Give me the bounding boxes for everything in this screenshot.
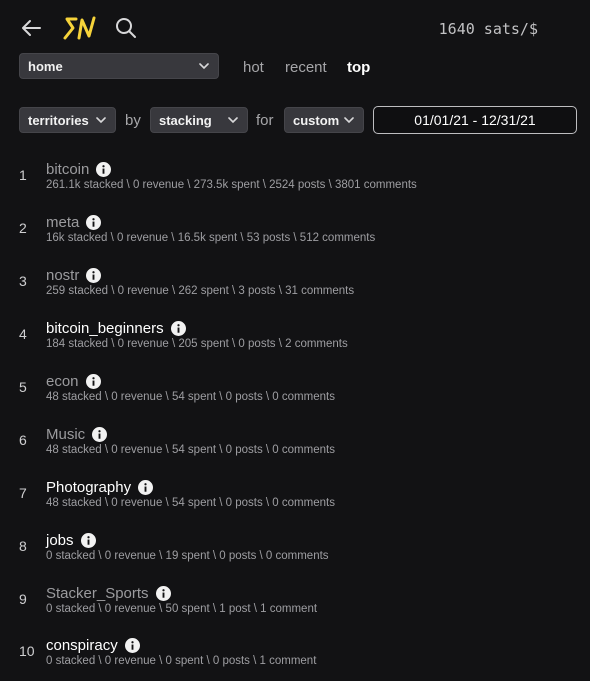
territory-stats: 0 stacked \ 0 revenue \ 19 spent \ 0 pos… [46, 550, 329, 562]
info-icon[interactable] [170, 320, 186, 336]
territory-stats: 48 stacked \ 0 revenue \ 54 spent \ 0 po… [46, 391, 335, 403]
chevron-down-icon [199, 63, 209, 70]
chevron-down-icon [228, 117, 238, 124]
sats-price: 1640 sats/$ [438, 20, 538, 38]
rank-number: 8 [19, 538, 27, 554]
territory-name[interactable]: bitcoin_beginners [46, 320, 164, 337]
chevron-down-icon [344, 117, 354, 124]
top-navbar: 1640 sats/$ [0, 0, 590, 56]
info-icon[interactable] [124, 637, 140, 653]
rank-number: 1 [19, 167, 27, 183]
chevron-down-icon [96, 117, 106, 124]
list-item: econ 48 stacked \ 0 revenue \ 54 spent \… [46, 371, 335, 404]
rank-number: 7 [19, 485, 27, 501]
list-item: conspiracy 0 stacked \ 0 revenue \ 0 spe… [46, 635, 317, 668]
territory-name[interactable]: jobs [46, 532, 74, 549]
territory-name[interactable]: bitcoin [46, 161, 89, 178]
territory-stats: 16k stacked \ 0 revenue \ 16.5k spent \ … [46, 232, 376, 244]
search-icon[interactable] [115, 17, 137, 39]
by-select[interactable]: stacking [150, 107, 248, 133]
list-item: jobs 0 stacked \ 0 revenue \ 19 spent \ … [46, 530, 329, 563]
by-select-value: stacking [159, 112, 212, 128]
rank-number: 10 [19, 643, 35, 659]
info-icon[interactable] [96, 161, 112, 177]
territory-stats: 0 stacked \ 0 revenue \ 0 spent \ 0 post… [46, 655, 317, 667]
list-item: bitcoin_beginners 184 stacked \ 0 revenu… [46, 318, 348, 351]
info-icon[interactable] [92, 426, 108, 442]
list-item: Photography 48 stacked \ 0 revenue \ 54 … [46, 477, 335, 510]
what-select-value: territories [28, 112, 89, 128]
when-select-value: custom [293, 112, 340, 128]
tab-top[interactable]: top [347, 59, 370, 76]
sub-select-value: home [28, 58, 63, 74]
tab-recent[interactable]: recent [285, 59, 327, 76]
territory-name[interactable]: meta [46, 214, 79, 231]
for-label: for [256, 112, 274, 129]
list-item: Stacker_Sports 0 stacked \ 0 revenue \ 5… [46, 583, 318, 616]
list-item: nostr 259 stacked \ 0 revenue \ 262 spen… [46, 265, 355, 298]
info-icon[interactable] [85, 373, 101, 389]
territory-stats: 48 stacked \ 0 revenue \ 54 spent \ 0 po… [46, 497, 335, 509]
territory-name[interactable]: conspiracy [46, 637, 118, 654]
list-item: Music 48 stacked \ 0 revenue \ 54 spent … [46, 424, 335, 457]
territory-name[interactable]: Stacker_Sports [46, 585, 149, 602]
what-select[interactable]: territories [19, 107, 116, 133]
info-icon[interactable] [86, 214, 102, 230]
rank-number: 5 [19, 379, 27, 395]
territory-name[interactable]: Music [46, 426, 85, 443]
info-icon[interactable] [86, 267, 102, 283]
date-range-value: 01/01/21 - 12/31/21 [414, 112, 536, 128]
when-select[interactable]: custom [284, 107, 364, 133]
rank-number: 4 [19, 326, 27, 342]
list-item: meta 16k stacked \ 0 revenue \ 16.5k spe… [46, 212, 376, 245]
territory-name[interactable]: nostr [46, 267, 79, 284]
territory-stats: 0 stacked \ 0 revenue \ 50 spent \ 1 pos… [46, 603, 318, 615]
info-icon[interactable] [80, 532, 96, 548]
territory-name[interactable]: Photography [46, 479, 131, 496]
rank-number: 6 [19, 432, 27, 448]
rank-number: 3 [19, 273, 27, 289]
info-icon[interactable] [138, 479, 154, 495]
rank-number: 9 [19, 591, 27, 607]
back-arrow-icon[interactable] [20, 18, 42, 38]
list-item: bitcoin 261.1k stacked \ 0 revenue \ 273… [46, 159, 417, 192]
territory-stats: 48 stacked \ 0 revenue \ 54 spent \ 0 po… [46, 444, 335, 456]
info-icon[interactable] [155, 585, 171, 601]
territory-stats: 259 stacked \ 0 revenue \ 262 spent \ 3 … [46, 285, 355, 297]
territory-stats: 261.1k stacked \ 0 revenue \ 273.5k spen… [46, 179, 417, 191]
sub-select[interactable]: home [19, 53, 219, 79]
by-label: by [125, 112, 141, 129]
sn-logo[interactable] [62, 14, 98, 42]
date-range-input[interactable]: 01/01/21 - 12/31/21 [373, 106, 577, 134]
rank-number: 2 [19, 220, 27, 236]
territory-stats: 184 stacked \ 0 revenue \ 205 spent \ 0 … [46, 338, 348, 350]
territory-name[interactable]: econ [46, 373, 79, 390]
tab-hot[interactable]: hot [243, 59, 264, 76]
